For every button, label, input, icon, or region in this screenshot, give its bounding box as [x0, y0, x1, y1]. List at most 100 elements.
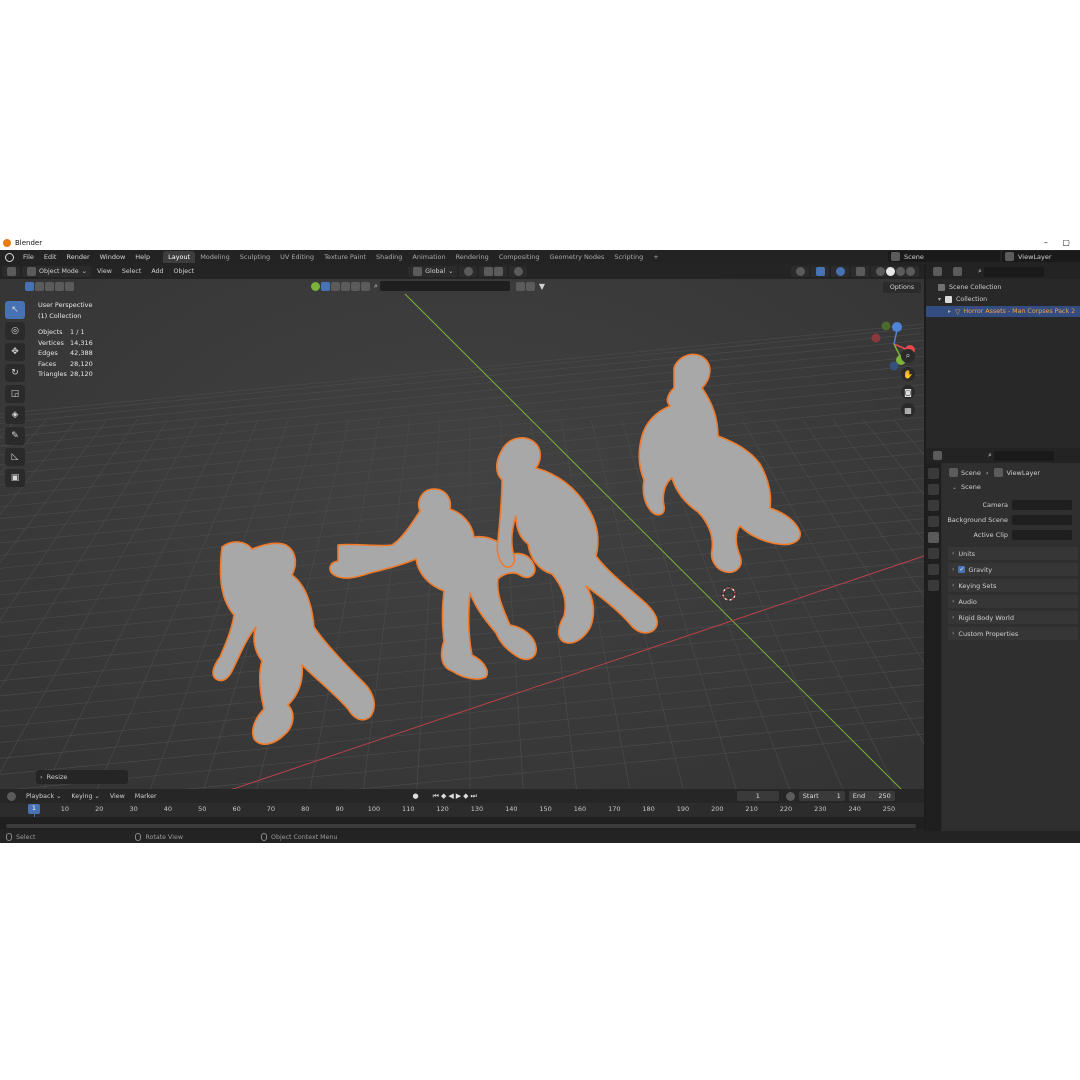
menu-view[interactable]: View	[93, 266, 116, 277]
gizmo-toggle[interactable]	[811, 266, 830, 277]
viewport-search-input[interactable]	[379, 281, 510, 291]
collection-tab-icon[interactable]	[928, 564, 939, 575]
editor-type-button[interactable]	[2, 266, 20, 277]
playhead[interactable]: 1	[28, 804, 40, 814]
output-tab-icon[interactable]	[928, 500, 939, 511]
add-workspace-button[interactable]: +	[648, 251, 663, 263]
tab-scripting[interactable]: Scripting	[609, 251, 648, 263]
snap-button[interactable]	[479, 266, 508, 277]
outliner-scene-collection[interactable]: Scene Collection	[926, 282, 1080, 293]
background-scene-field[interactable]	[1012, 515, 1072, 525]
texture-tab-icon[interactable]	[928, 580, 939, 591]
tab-animation[interactable]: Animation	[407, 251, 450, 263]
scene-selector[interactable]: Scene	[888, 251, 1000, 262]
timeline-ruler[interactable]: 10 20 30 40 50 60 70 80 90 100 110 120 130 140 150 160 1…	[0, 803, 924, 829]
menu-select[interactable]: Select	[118, 266, 145, 277]
blender-menu-icon[interactable]	[5, 252, 14, 262]
filter-icon[interactable]: ▼	[539, 282, 545, 291]
stopwatch-icon[interactable]	[785, 791, 795, 801]
tab-compositing[interactable]: Compositing	[494, 251, 545, 263]
visibility-button[interactable]	[791, 266, 810, 277]
units-panel[interactable]: › Units	[948, 547, 1078, 560]
tab-shading[interactable]: Shading	[371, 251, 407, 263]
menu-edit[interactable]: Edit	[39, 253, 62, 261]
select-subtract-icon[interactable]	[45, 281, 54, 291]
camera-field[interactable]	[1012, 500, 1072, 510]
display-mode-dropdown[interactable]	[948, 266, 966, 277]
window-controls[interactable]: – ▢	[1044, 238, 1076, 247]
custom-properties-panel[interactable]: › Custom Properties	[948, 627, 1078, 640]
zoom-icon[interactable]: ⌕	[901, 349, 915, 363]
menu-window[interactable]: Window	[95, 253, 131, 261]
view-layer-tab-icon[interactable]	[928, 516, 939, 527]
timeline-scrollbar[interactable]	[6, 824, 916, 828]
tab-geometry-nodes[interactable]: Geometry Nodes	[545, 251, 610, 263]
outliner[interactable]: Scene Collection ▾ Collection ▸ ▽ Horror As…	[926, 264, 1080, 448]
world-tab-icon[interactable]	[928, 548, 939, 559]
transform-tool-button[interactable]: ◈	[5, 406, 25, 424]
menu-add[interactable]: Add	[147, 266, 167, 277]
annotate-tool-button[interactable]: ✎	[5, 427, 25, 445]
menu-timeline-view[interactable]: View	[106, 791, 129, 802]
overlay-toggle[interactable]	[831, 266, 850, 277]
select-extend-icon[interactable]	[35, 281, 44, 291]
pivot-point-button[interactable]	[459, 266, 478, 277]
measure-tool-button[interactable]: ◺	[5, 448, 25, 466]
xray-toggle[interactable]	[851, 266, 870, 277]
tab-rendering[interactable]: Rendering	[451, 251, 494, 263]
select-intersect-icon[interactable]	[65, 281, 74, 291]
record-keyframe-icon[interactable]: ●	[413, 792, 419, 800]
gravity-panel[interactable]: › ✓ Gravity	[948, 563, 1078, 576]
menu-object[interactable]: Object	[170, 266, 199, 277]
object-type-light-icon[interactable]	[341, 281, 350, 291]
rigid-body-world-panel[interactable]: › Rigid Body World	[948, 611, 1078, 624]
playback-controls[interactable]: ⏮◆◀▶◆⏭	[433, 792, 479, 801]
rotate-tool-button[interactable]: ↻	[5, 364, 25, 382]
tab-layout[interactable]: Layout	[163, 251, 196, 263]
active-clip-field[interactable]	[1012, 530, 1072, 540]
pan-hand-icon[interactable]: ✋	[901, 367, 915, 381]
outliner-search-input[interactable]	[983, 266, 1044, 277]
menu-render[interactable]: Render	[61, 253, 94, 261]
options-button[interactable]: Options	[883, 282, 921, 293]
menu-help[interactable]: Help	[130, 253, 155, 261]
menu-playback[interactable]: Playback ⌄	[22, 791, 65, 802]
scale-tool-button[interactable]: ◲	[5, 385, 25, 403]
menu-marker[interactable]: Marker	[131, 791, 161, 802]
tool-tab-icon[interactable]	[928, 468, 939, 479]
audio-panel[interactable]: › Audio	[948, 595, 1078, 608]
bookmark-icon[interactable]	[515, 281, 525, 291]
viewlayer-selector[interactable]: ViewLayer	[1002, 251, 1080, 262]
object-type-other-icon[interactable]	[361, 281, 370, 291]
select-tool-button[interactable]: ↖	[5, 301, 25, 319]
tab-sculpting[interactable]: Sculpting	[235, 251, 275, 263]
last-operator-panel[interactable]: › Resize	[36, 770, 128, 784]
object-type-mesh-icon[interactable]	[321, 281, 330, 291]
scene-panel-header[interactable]: ⌄ Scene	[942, 483, 1080, 491]
tab-uv-editing[interactable]: UV Editing	[275, 251, 319, 263]
render-tab-icon[interactable]	[928, 484, 939, 495]
properties-editor-type[interactable]	[928, 450, 946, 461]
object-mode-dropdown[interactable]: Object Mode ⌄	[22, 266, 91, 277]
select-invert-icon[interactable]	[55, 281, 64, 291]
start-frame-field[interactable]: Start 1	[798, 791, 845, 801]
menu-keying[interactable]: Keying ⌄	[67, 791, 103, 802]
cursor-tool-button[interactable]: ◎	[5, 322, 25, 340]
current-frame-field[interactable]: 1	[736, 791, 779, 801]
scene-tab-icon[interactable]	[928, 532, 939, 543]
tab-modeling[interactable]: Modeling	[195, 251, 235, 263]
filter-color-icon[interactable]	[311, 281, 320, 291]
timeline-editor-type[interactable]	[2, 791, 20, 802]
gravity-checkbox[interactable]: ✓	[958, 566, 966, 573]
select-box-icon[interactable]	[25, 281, 34, 291]
add-cube-tool-button[interactable]: ▣	[5, 469, 25, 487]
sort-icon[interactable]	[525, 281, 535, 291]
properties-search-input[interactable]	[993, 450, 1054, 461]
keying-sets-panel[interactable]: › Keying Sets	[948, 579, 1078, 592]
move-tool-button[interactable]: ✥	[5, 343, 25, 361]
shading-modes[interactable]	[871, 266, 920, 277]
perspective-grid-icon[interactable]: ▦	[901, 403, 915, 417]
outliner-object-row[interactable]: ▸ ▽ Horror Assets - Man Corpses Pack 2	[926, 306, 1080, 317]
outliner-collection[interactable]: ▾ Collection	[926, 294, 1080, 305]
tab-texture-paint[interactable]: Texture Paint	[319, 251, 371, 263]
